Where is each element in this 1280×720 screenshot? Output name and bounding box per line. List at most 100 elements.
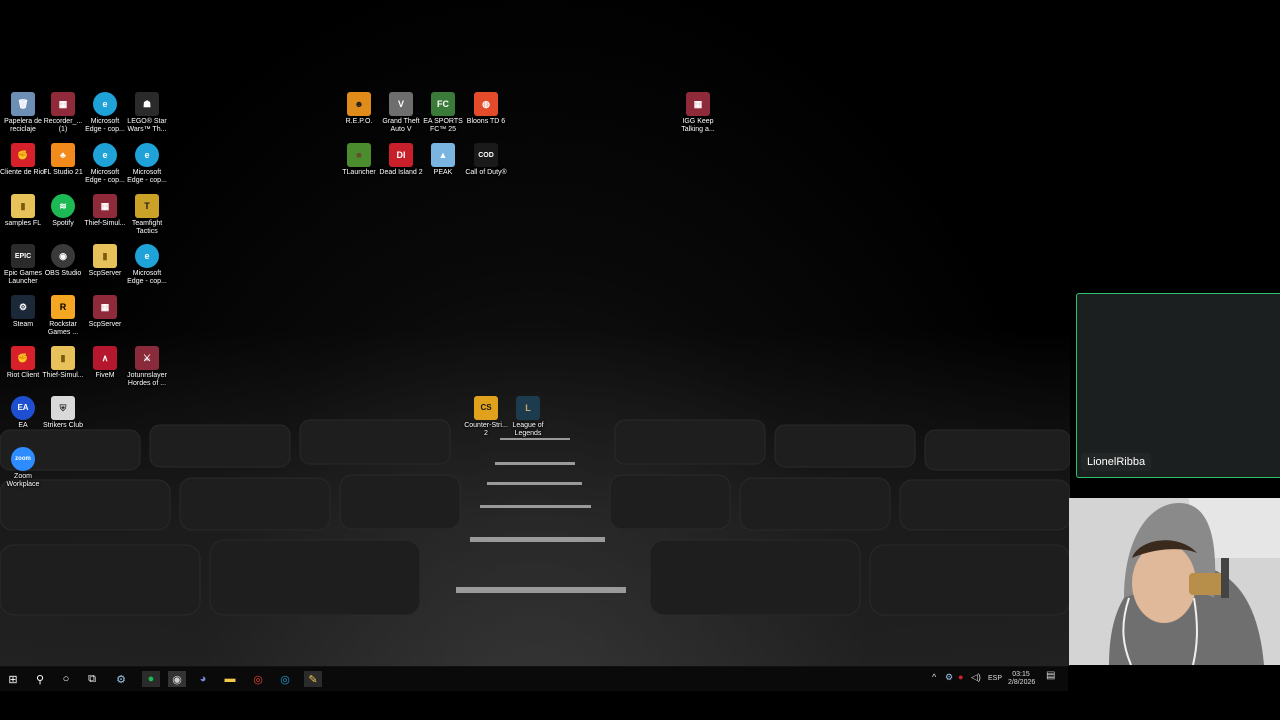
taskbar-app-file-explorer[interactable]: ▬ (222, 671, 238, 687)
clock[interactable]: 03:15 2/8/2026 (1008, 671, 1036, 687)
clock-time: 03:15 (1012, 671, 1030, 678)
winrar-icon: ▦ (51, 92, 75, 116)
minecraft-block-icon: ■ (347, 143, 371, 167)
desktop: 🗑 Papelera de reciclaje ✊ Cliente de Rio… (0, 0, 1070, 666)
desktop-icon-repo[interactable]: ☻ R.E.P.O. (336, 92, 382, 126)
windows-icon: ⊞ (8, 673, 18, 686)
edge-icon: e (135, 244, 159, 268)
taskbar-app-notes[interactable]: ✎ (304, 671, 322, 687)
gta-v-icon: V (389, 92, 413, 116)
desktop-icon-edge-copy-1[interactable]: e Microsoft Edge - cop... (82, 92, 128, 134)
taskbar-app-steam[interactable]: ⚙ (113, 671, 129, 687)
desktop-icon-fivem[interactable]: ∧ FiveM (82, 346, 128, 380)
recycle-bin-icon: 🗑 (11, 92, 35, 116)
file-explorer-taskbar-icon: ▬ (224, 673, 236, 685)
notification-center-icon[interactable]: ▤ (1046, 671, 1055, 681)
video-participant-tile[interactable]: LionelRibba (1076, 293, 1280, 478)
riot-icon: ✊ (11, 346, 35, 370)
participant-name: LionelRibba (1081, 453, 1152, 471)
webcam-overlay (1069, 498, 1280, 665)
desktop-icon-rockstar[interactable]: R Rockstar Games ... (40, 295, 86, 337)
obs-taskbar-icon: ◉ (172, 673, 182, 686)
desktop-icon-fl-studio[interactable]: ♣ FL Studio 21 (40, 143, 86, 177)
network-icon[interactable]: ⚙ (945, 673, 953, 682)
desktop-icon-keep-talking[interactable]: ▦ IGG Keep Talking a... (675, 92, 721, 134)
cortana-button[interactable]: ○ (58, 671, 74, 687)
desktop-icon-edge-copy-2[interactable]: e Microsoft Edge - cop... (82, 143, 128, 185)
volume-icon[interactable]: ◁) (971, 673, 981, 682)
desktop-icon-zoom[interactable]: zoom Zoom Workplace (0, 447, 46, 489)
desktop-icon-spotify[interactable]: ≋ Spotify (40, 194, 86, 228)
desktop-icon-recorder[interactable]: ▦ Recorder_... (1) (40, 92, 86, 134)
winrar-icon: ▦ (93, 295, 117, 319)
teamfight-tactics-icon: T (135, 194, 159, 218)
peak-icon: ▲ (431, 143, 455, 167)
rockstar-icon: R (51, 295, 75, 319)
taskbar-app-edge[interactable]: ◎ (277, 671, 293, 687)
desktop-icon-bloons-td-6[interactable]: ◍ Bloons TD 6 (463, 92, 509, 126)
desktop-icon-tlauncher[interactable]: ■ TLauncher (336, 143, 382, 177)
cortana-icon: ○ (62, 673, 70, 685)
jotunnslayer-icon: ⚔ (135, 346, 159, 370)
taskbar-app-obs[interactable]: ◉ (168, 671, 186, 687)
desktop-icon-ea-fc-25[interactable]: FC EA SPORTS FC™ 25 (420, 92, 466, 134)
edge-icon: e (135, 143, 159, 167)
clock-date: 2/8/2026 (1008, 679, 1036, 686)
desktop-icon-edge-copy-3[interactable]: e Microsoft Edge - cop... (124, 143, 170, 185)
desktop-icon-teamfight-tactics[interactable]: T Teamfight Tactics (124, 194, 170, 236)
desktop-icon-thief-simulator[interactable]: ▦ Thief-Simul... (82, 194, 128, 228)
webcam-person (1069, 498, 1280, 665)
desktop-icon-gta-v[interactable]: V Grand Theft Auto V (378, 92, 424, 134)
desktop-icon-dead-island-2[interactable]: DI Dead Island 2 (378, 143, 424, 177)
riot-tray-icon[interactable]: ● (958, 673, 963, 682)
lego-star-wars-icon: ☗ (135, 92, 159, 116)
fl-studio-icon: ♣ (51, 143, 75, 167)
task-view-button[interactable]: ⧉ (84, 671, 100, 687)
desktop-icon-strikers-club[interactable]: ⛨ Strikers Club (40, 396, 86, 430)
folder-icon: ▮ (51, 346, 75, 370)
desktop-icon-jotunnslayer[interactable]: ⚔ Jotunnslayer Hordes of ... (124, 346, 170, 388)
task-view-icon: ⧉ (88, 672, 96, 685)
obs-icon: ◉ (51, 244, 75, 268)
taskbar-app-discord[interactable]: ◕ (195, 671, 211, 687)
desktop-icon-peak[interactable]: ▲ PEAK (420, 143, 466, 177)
fivem-icon: ∧ (93, 346, 117, 370)
counter-strike-icon: CS (474, 396, 498, 420)
riot-icon: ✊ (11, 143, 35, 167)
repo-icon: ☻ (347, 92, 371, 116)
folder-icon: ▮ (93, 244, 117, 268)
winrar-icon: ▦ (93, 194, 117, 218)
language-indicator[interactable]: ESP (988, 675, 1002, 683)
spotify-taskbar-icon: ● (147, 673, 155, 685)
zoom-icon: zoom (11, 447, 35, 471)
taskbar-app-chrome[interactable]: ◎ (250, 671, 266, 687)
desktop-icon-thief-simulator-folder[interactable]: ▮ Thief-Simul... (40, 346, 86, 380)
discord-taskbar-icon: ◕ (199, 673, 207, 685)
desktop-icon-call-of-duty[interactable]: COD Call of Duty® (463, 143, 509, 177)
desktop-icon-scpserver-archive[interactable]: ▦ ScpServer (82, 295, 128, 329)
bloons-icon: ◍ (474, 92, 498, 116)
desktop-icon-league-of-legends[interactable]: L League of Legends (505, 396, 551, 438)
desktop-icon-counter-strike-2[interactable]: CS Counter-Stri... 2 (463, 396, 509, 438)
edge-taskbar-icon: ◎ (280, 673, 290, 686)
search-button[interactable]: ⚲ (32, 671, 48, 687)
folder-icon: ▮ (11, 194, 35, 218)
chrome-taskbar-icon: ◎ (253, 673, 263, 686)
desktop-icon-edge-copy-4[interactable]: e Microsoft Edge - cop... (124, 244, 170, 286)
dead-island-icon: DI (389, 143, 413, 167)
desktop-icon-scpserver-folder[interactable]: ▮ ScpServer (82, 244, 128, 278)
start-button[interactable]: ⊞ (5, 671, 21, 687)
ea-fc-icon: FC (431, 92, 455, 116)
edge-icon: e (93, 92, 117, 116)
call-of-duty-icon: COD (474, 143, 498, 167)
shield-icon: ⛨ (51, 396, 75, 420)
spotify-icon: ≋ (51, 194, 75, 218)
taskbar: ⊞ ⚲ ○ ⧉ ⚙ ● ◉ ◕ ▬ ◎ ◎ ✎ ^ ⚙ ● ◁) ESP 03:… (0, 666, 1068, 691)
winrar-icon: ▦ (686, 92, 710, 116)
desktop-icon-obs[interactable]: ◉ OBS Studio (40, 244, 86, 278)
show-hidden-icons-button[interactable]: ^ (932, 673, 936, 682)
steam-taskbar-icon: ⚙ (116, 673, 126, 686)
taskbar-app-spotify[interactable]: ● (142, 671, 160, 687)
desktop-icon-lego-star-wars[interactable]: ☗ LEGO® Star Wars™ Th... (124, 92, 170, 134)
steam-icon: ⚙ (11, 295, 35, 319)
